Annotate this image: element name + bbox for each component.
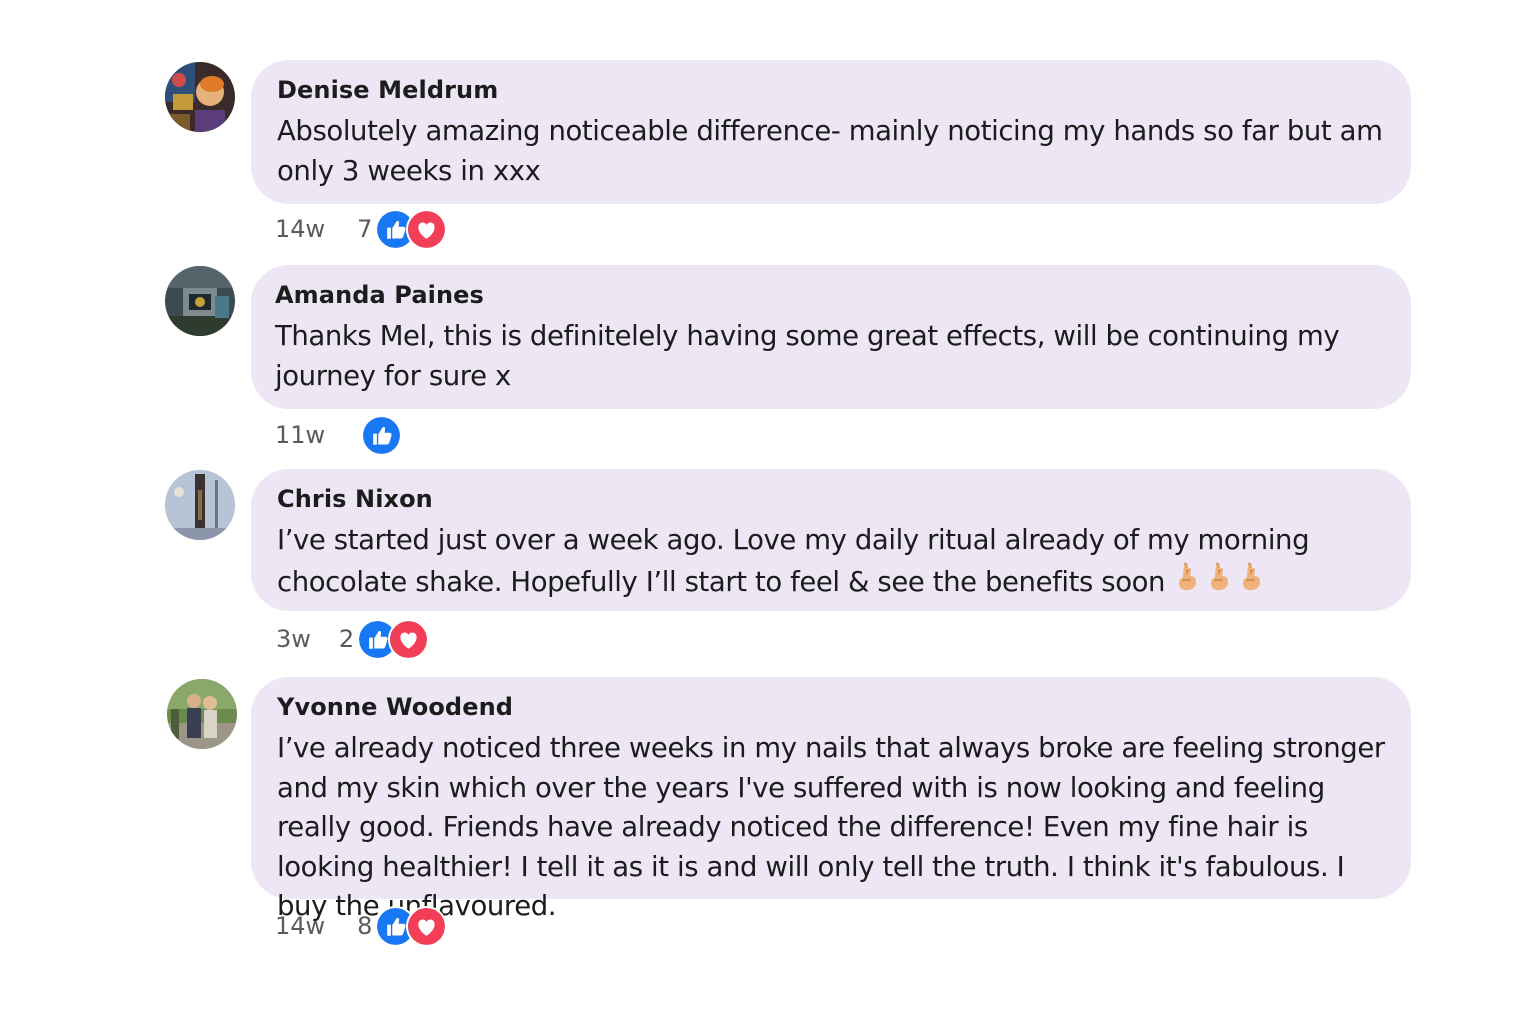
comment-meta: 3w 2: [276, 618, 430, 660]
crossed-fingers-icon: [1239, 561, 1265, 605]
reaction-summary[interactable]: [357, 618, 430, 660]
reaction-count[interactable]: 8: [357, 912, 372, 940]
comment-text: I’ve already noticed three weeks in my n…: [277, 732, 1385, 922]
comment-bubble: Chris Nixon I’ve started just over a wee…: [251, 469, 1411, 611]
comment-meta: 14w 8: [275, 905, 448, 947]
comment-meta: 11w: [275, 414, 403, 456]
timestamp[interactable]: 11w: [275, 421, 325, 449]
comments-list: Denise Meldrum Absolutely amazing notice…: [0, 0, 1536, 1024]
comment-bubble: Denise Meldrum Absolutely amazing notice…: [251, 60, 1411, 204]
reaction-count[interactable]: 7: [357, 215, 372, 243]
timestamp[interactable]: 3w: [276, 625, 311, 653]
avatar[interactable]: [167, 679, 237, 749]
reaction-count[interactable]: 2: [339, 625, 354, 653]
comment-text: Thanks Mel, this is definitelely having …: [275, 320, 1340, 392]
avatar-image: [165, 266, 235, 336]
crossed-fingers-icon: [1207, 561, 1233, 605]
avatar[interactable]: [165, 266, 235, 336]
avatar-image: [165, 62, 235, 132]
crossed-fingers-icon: [1175, 561, 1201, 605]
timestamp[interactable]: 14w: [275, 215, 325, 243]
reaction-summary[interactable]: [361, 414, 403, 456]
comment-meta: 14w 7: [275, 208, 448, 250]
reaction-summary[interactable]: [375, 905, 448, 947]
avatar[interactable]: [165, 62, 235, 132]
comment-text-content: I’ve started just over a week ago. Love …: [277, 524, 1310, 598]
reaction-summary[interactable]: [375, 208, 448, 250]
love-icon: [388, 618, 430, 660]
comment-author[interactable]: Denise Meldrum: [277, 74, 1385, 106]
comment-author[interactable]: Yvonne Woodend: [277, 691, 1385, 723]
love-icon: [406, 905, 448, 947]
like-icon: [361, 414, 403, 456]
comment-author[interactable]: Amanda Paines: [275, 279, 1385, 311]
comment-text: Absolutely amazing noticeable difference…: [277, 115, 1383, 187]
comment-bubble: Yvonne Woodend I’ve already noticed thre…: [251, 677, 1411, 922]
comment-bubble: Amanda Paines Thanks Mel, this is defini…: [251, 265, 1411, 409]
timestamp[interactable]: 14w: [275, 912, 325, 940]
avatar-image: [165, 470, 235, 540]
love-icon: [406, 208, 448, 250]
comment-author[interactable]: Chris Nixon: [277, 483, 1385, 515]
comment-text: I’ve started just over a week ago. Love …: [277, 521, 1385, 604]
avatar-image: [167, 679, 237, 749]
avatar[interactable]: [165, 470, 235, 540]
